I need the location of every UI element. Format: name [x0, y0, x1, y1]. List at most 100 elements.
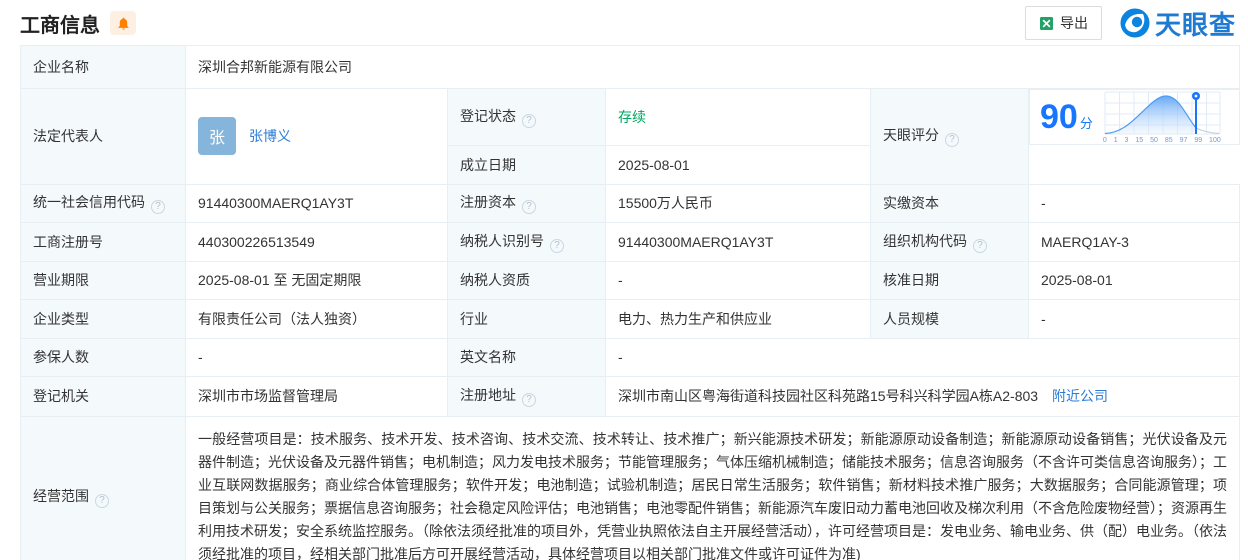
staff-size-value: -	[1029, 299, 1240, 338]
row-credit-code: 统一社会信用代码? 91440300MAERQ1AY3T 注册资本? 15500…	[21, 184, 1240, 222]
paid-capital-value: -	[1029, 184, 1240, 222]
score-axis-label: 1	[1114, 137, 1118, 144]
org-code-label-cell: 组织机构代码?	[871, 222, 1029, 261]
row-company-type: 企业类型 有限责任公司（法人独资） 行业 电力、热力生产和供应业 人员规模 -	[21, 299, 1240, 338]
credit-code-label-cell: 统一社会信用代码?	[21, 184, 186, 222]
reg-capital-value: 15500万人民币	[606, 184, 871, 222]
help-icon[interactable]: ?	[522, 114, 536, 128]
score-curve-tail	[1196, 128, 1219, 134]
reg-address-value: 深圳市南山区粤海街道科技园社区科苑路15号科兴科学园A栋A2-803	[618, 388, 1038, 404]
score-curve-chart	[1103, 90, 1221, 136]
legal-rep-avatar[interactable]: 张	[198, 117, 236, 155]
reg-number-label: 工商注册号	[21, 222, 186, 261]
english-name-label: 英文名称	[448, 338, 606, 376]
org-code-label: 组织机构代码	[883, 233, 967, 249]
reg-address-label-cell: 注册地址?	[448, 376, 606, 416]
org-code-value: MAERQ1AY-3	[1029, 222, 1240, 261]
reg-status-label-cell: 登记状态?	[448, 89, 606, 146]
row-legal-rep: 法定代表人 张 张博义 登记状态? 存续 天眼评分? 90 分	[21, 89, 1240, 146]
help-icon[interactable]: ?	[522, 393, 536, 407]
help-icon[interactable]: ?	[522, 200, 536, 214]
row-business-term: 营业期限 2025-08-01 至 无固定期限 纳税人资质 - 核准日期 202…	[21, 261, 1240, 299]
company-type-value: 有限责任公司（法人独资）	[186, 299, 448, 338]
help-icon[interactable]: ?	[151, 200, 165, 214]
credit-code-value: 91440300MAERQ1AY3T	[186, 184, 448, 222]
tianyan-score-label: 天眼评分	[883, 127, 939, 143]
approval-date-label: 核准日期	[871, 261, 1029, 299]
page-title: 工商信息	[20, 9, 100, 38]
bell-icon	[116, 16, 131, 31]
business-scope-value: 一般经营项目是：技术服务、技术开发、技术咨询、技术交流、技术转让、技术推广；新兴…	[186, 416, 1240, 560]
score-axis-label: 85	[1165, 137, 1173, 144]
company-name-value: 深圳合邦新能源有限公司	[186, 46, 1240, 89]
row-reg-authority: 登记机关 深圳市市场监督管理局 注册地址? 深圳市南山区粤海街道科技园社区科苑路…	[21, 376, 1240, 416]
approval-date-value: 2025-08-01	[1029, 261, 1240, 299]
row-business-scope: 经营范围? 一般经营项目是：技术服务、技术开发、技术咨询、技术交流、技术转让、技…	[21, 416, 1240, 560]
score-axis-label: 0	[1103, 137, 1107, 144]
industry-value: 电力、热力生产和供应业	[606, 299, 871, 338]
reg-address-cell: 深圳市南山区粤海街道科技园社区科苑路15号科兴科学园A栋A2-803 附近公司	[606, 376, 1240, 416]
staff-size-label: 人员规模	[871, 299, 1029, 338]
taxpayer-id-label: 纳税人识别号	[460, 233, 544, 249]
row-reg-number: 工商注册号 440300226513549 纳税人识别号? 91440300MA…	[21, 222, 1240, 261]
reg-number-value: 440300226513549	[186, 222, 448, 261]
tianyan-score-value: 90 分	[1040, 98, 1093, 137]
nearby-companies-link[interactable]: 附近公司	[1052, 388, 1108, 404]
legal-rep-cell: 张 张博义	[186, 89, 448, 185]
help-icon[interactable]: ?	[973, 239, 987, 253]
score-unit: 分	[1080, 113, 1093, 132]
status-badge: 存续	[618, 109, 646, 125]
industry-label: 行业	[448, 299, 606, 338]
logo-eye-icon	[1120, 8, 1150, 38]
tianyancha-logo[interactable]: 天眼查	[1120, 5, 1236, 42]
score-chart: 0 1 3 15 50 85 97 99 100	[1103, 90, 1221, 144]
row-insured-count: 参保人数 - 英文名称 -	[21, 338, 1240, 376]
score-axis-label: 15	[1135, 137, 1143, 144]
help-icon[interactable]: ?	[945, 133, 959, 147]
business-info-table: 企业名称 深圳合邦新能源有限公司 法定代表人 张 张博义 登记状态? 存续 天眼…	[20, 45, 1240, 560]
help-icon[interactable]: ?	[550, 239, 564, 253]
score-number: 90	[1040, 98, 1078, 137]
taxpayer-id-label-cell: 纳税人识别号?	[448, 222, 606, 261]
export-button[interactable]: 导出	[1025, 6, 1102, 40]
insured-count-value: -	[186, 338, 448, 376]
monitor-bell-button[interactable]	[110, 11, 136, 35]
tianyan-score-cell[interactable]: 90 分	[1029, 89, 1240, 145]
row-company-name: 企业名称 深圳合邦新能源有限公司	[21, 46, 1240, 89]
business-scope-label-cell: 经营范围?	[21, 416, 186, 560]
reg-authority-label: 登记机关	[21, 376, 186, 416]
score-axis-label: 3	[1125, 137, 1129, 144]
paid-capital-label: 实缴资本	[871, 184, 1029, 222]
taxpayer-id-value: 91440300MAERQ1AY3T	[606, 222, 871, 261]
tianyan-score-label-cell: 天眼评分?	[871, 89, 1029, 185]
reg-authority-value: 深圳市市场监督管理局	[186, 376, 448, 416]
establish-date-label: 成立日期	[448, 145, 606, 184]
reg-capital-label-cell: 注册资本?	[448, 184, 606, 222]
export-label: 导出	[1060, 13, 1088, 33]
score-axis-label: 97	[1180, 137, 1188, 144]
reg-status-label: 登记状态	[460, 108, 516, 124]
score-axis-label: 50	[1150, 137, 1158, 144]
company-name-label: 企业名称	[21, 46, 186, 89]
score-axis-label: 99	[1194, 137, 1202, 144]
establish-date-value: 2025-08-01	[606, 145, 871, 184]
business-term-label: 营业期限	[21, 261, 186, 299]
taxpayer-qualification-value: -	[606, 261, 871, 299]
score-axis-label: 100	[1209, 137, 1221, 144]
logo-text: 天眼查	[1155, 5, 1236, 42]
top-bar: 工商信息 导出 天眼查	[0, 0, 1248, 45]
reg-status-value: 存续	[606, 89, 871, 146]
score-curve-area	[1105, 96, 1196, 134]
credit-code-label: 统一社会信用代码	[33, 194, 145, 210]
help-icon[interactable]: ?	[95, 494, 109, 508]
reg-capital-label: 注册资本	[460, 194, 516, 210]
legal-rep-link[interactable]: 张博义	[249, 126, 291, 146]
reg-address-label: 注册地址	[460, 387, 516, 403]
insured-count-label: 参保人数	[21, 338, 186, 376]
business-scope-label: 经营范围	[33, 488, 89, 504]
company-type-label: 企业类型	[21, 299, 186, 338]
taxpayer-qualification-label: 纳税人资质	[448, 261, 606, 299]
score-axis: 0 1 3 15 50 85 97 99 100	[1103, 137, 1221, 144]
business-term-value: 2025-08-01 至 无固定期限	[186, 261, 448, 299]
excel-icon	[1039, 16, 1054, 31]
